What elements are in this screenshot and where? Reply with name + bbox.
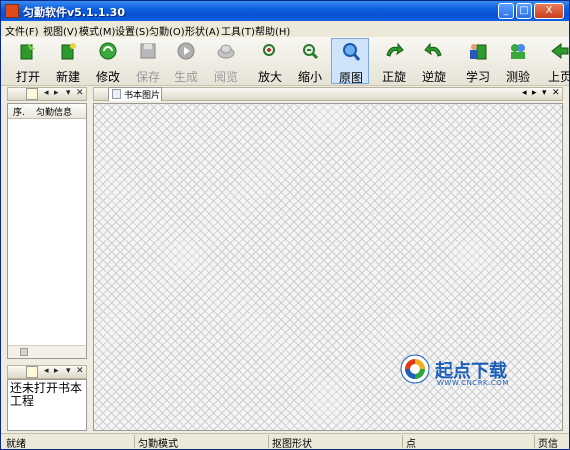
view-icon (217, 44, 235, 59)
save-label: 保存 (135, 70, 160, 84)
info-prev-arrow-icon[interactable]: ◂ (44, 366, 49, 376)
menu-bar: 文件(F) 视图(V) 模式(M) 设置(S) 匀勤(O) 形状(A) 工具(T… (1, 21, 569, 38)
rotate-cw-icon (386, 42, 404, 57)
scrollbar-thumb[interactable] (20, 348, 28, 356)
pane-dropdown-icon[interactable]: ▾ (66, 88, 71, 98)
pane-prev-arrow-icon[interactable]: ◂ (44, 88, 49, 98)
edit-button[interactable]: 修改 (89, 38, 127, 84)
original-size-label: 原图 (338, 71, 363, 85)
doc-close-icon[interactable]: ✕ (552, 88, 560, 98)
save-button[interactable]: 保存 (129, 38, 167, 84)
info-close-icon[interactable]: ✕ (76, 366, 84, 376)
status-page-info: 页信 (538, 439, 558, 450)
horizontal-scrollbar[interactable] (8, 345, 86, 358)
pane-picture-icon (26, 88, 38, 100)
doc-dropdown-icon[interactable]: ▾ (542, 88, 547, 98)
app-window: 匀勤软件v5.1.1.30 _ □ X 文件(F) 视图(V) 模式(M) 设置… (0, 0, 570, 450)
original-size-button[interactable]: 原图 (331, 38, 369, 85)
prev-page-button[interactable]: 上页 (541, 38, 570, 84)
rotate-ccw-button[interactable]: 逆旋 (415, 38, 453, 84)
info-pane: 还未打开书本工程 (7, 379, 87, 431)
status-point: 点 (403, 435, 535, 449)
edit-cycle-icon (99, 42, 117, 60)
generate-button[interactable]: 生成 (167, 38, 205, 84)
view-button[interactable]: 阅览 (207, 38, 245, 84)
learn-label: 学习 (465, 70, 490, 84)
menu-tools[interactable]: 工具(T) (221, 23, 255, 38)
column-index[interactable]: 序. (13, 105, 25, 118)
prev-page-icon (551, 42, 569, 60)
close-button[interactable]: X (534, 3, 564, 19)
edit-label: 修改 (95, 70, 120, 84)
zoom-in-icon (263, 44, 275, 56)
menu-mode[interactable]: 模式(M) (79, 23, 115, 38)
menu-settings[interactable]: 设置(S) (115, 23, 149, 38)
image-document-icon (112, 89, 121, 99)
toolbar: 打开 新建 修改 保存 生成 阅览 放大 缩小 原图 正旋 逆旋 学习 测验 上… (1, 37, 569, 86)
learn-icon (470, 44, 487, 60)
menu-view[interactable]: 视图(V) (43, 23, 78, 38)
generate-label: 生成 (173, 70, 198, 84)
minimize-button[interactable]: _ (498, 3, 514, 19)
watermark-logo-icon (400, 354, 430, 384)
tab-label: 书本图片 (124, 91, 161, 101)
open-button[interactable]: 打开 (9, 38, 47, 84)
info-dropdown-icon[interactable]: ▾ (66, 366, 71, 376)
status-shape: 抠图形状 (269, 435, 403, 449)
status-bar: 就绪 匀勤模式 抠图形状 点 页信 (1, 433, 569, 450)
document-tab-bar: 书本图片 ◂ ▸ ▾ ✕ (93, 87, 563, 101)
watermark: 起点下载 WWW.CNCRK.COM (399, 351, 529, 391)
doc-next-arrow-icon[interactable]: ▸ (532, 88, 537, 98)
view-label: 阅览 (213, 70, 238, 84)
menu-file[interactable]: 文件(F) (5, 23, 39, 38)
rotate-ccw-label: 逆旋 (421, 70, 446, 84)
open-book-icon (20, 43, 35, 60)
rotate-ccw-icon (424, 42, 442, 57)
new-book-icon (61, 43, 76, 60)
new-button[interactable]: 新建 (49, 38, 87, 84)
open-label: 打开 (15, 70, 40, 84)
new-label: 新建 (55, 70, 80, 84)
menu-shape[interactable]: 形状(A) (185, 23, 220, 38)
pane-next-arrow-icon[interactable]: ▸ (54, 88, 59, 98)
rotate-cw-label: 正旋 (381, 70, 406, 84)
quiz-button[interactable]: 测验 (499, 38, 537, 84)
learn-button[interactable]: 学习 (459, 38, 497, 84)
status-mode: 匀勤模式 (135, 435, 269, 449)
tab-book-image[interactable]: 书本图片 (108, 87, 162, 101)
quiz-icon (511, 44, 525, 59)
menu-help[interactable]: 帮助(H) (255, 23, 290, 38)
info-pane-icon (26, 366, 38, 378)
yunqin-list[interactable]: 序. 匀勤信息 (7, 103, 87, 359)
zoom-in-button[interactable]: 放大 (251, 38, 289, 84)
info-pane-header: ◂ ▸ ▾ ✕ (7, 365, 87, 379)
maximize-button[interactable]: □ (516, 3, 532, 19)
window-title: 匀勤软件v5.1.1.30 (23, 6, 125, 19)
quiz-label: 测验 (505, 70, 530, 84)
menu-yunqin[interactable]: 匀勤(O) (149, 23, 185, 38)
pane-close-icon[interactable]: ✕ (76, 88, 84, 98)
zoom-out-button[interactable]: 缩小 (291, 38, 329, 84)
watermark-url: WWW.CNCRK.COM (437, 379, 509, 387)
info-next-arrow-icon[interactable]: ▸ (54, 366, 59, 376)
doc-prev-arrow-icon[interactable]: ◂ (522, 88, 527, 98)
list-pane-header: ◂ ▸ ▾ ✕ (7, 87, 87, 101)
rotate-cw-button[interactable]: 正旋 (375, 38, 413, 84)
zoom-out-icon (303, 44, 319, 60)
info-message: 还未打开书本工程 (10, 381, 83, 408)
title-bar[interactable]: 匀勤软件v5.1.1.30 _ □ X (1, 1, 569, 21)
zoom-out-label: 缩小 (297, 70, 322, 84)
app-logo-icon (5, 4, 19, 18)
zoom-in-label: 放大 (257, 70, 282, 84)
save-icon (140, 43, 156, 59)
list-header: 序. 匀勤信息 (8, 104, 86, 119)
column-yunqin-info[interactable]: 匀勤信息 (36, 105, 72, 118)
original-size-icon (343, 43, 361, 61)
play-icon (177, 42, 195, 60)
status-ready: 就绪 (3, 435, 135, 449)
prev-page-label: 上页 (547, 70, 570, 84)
